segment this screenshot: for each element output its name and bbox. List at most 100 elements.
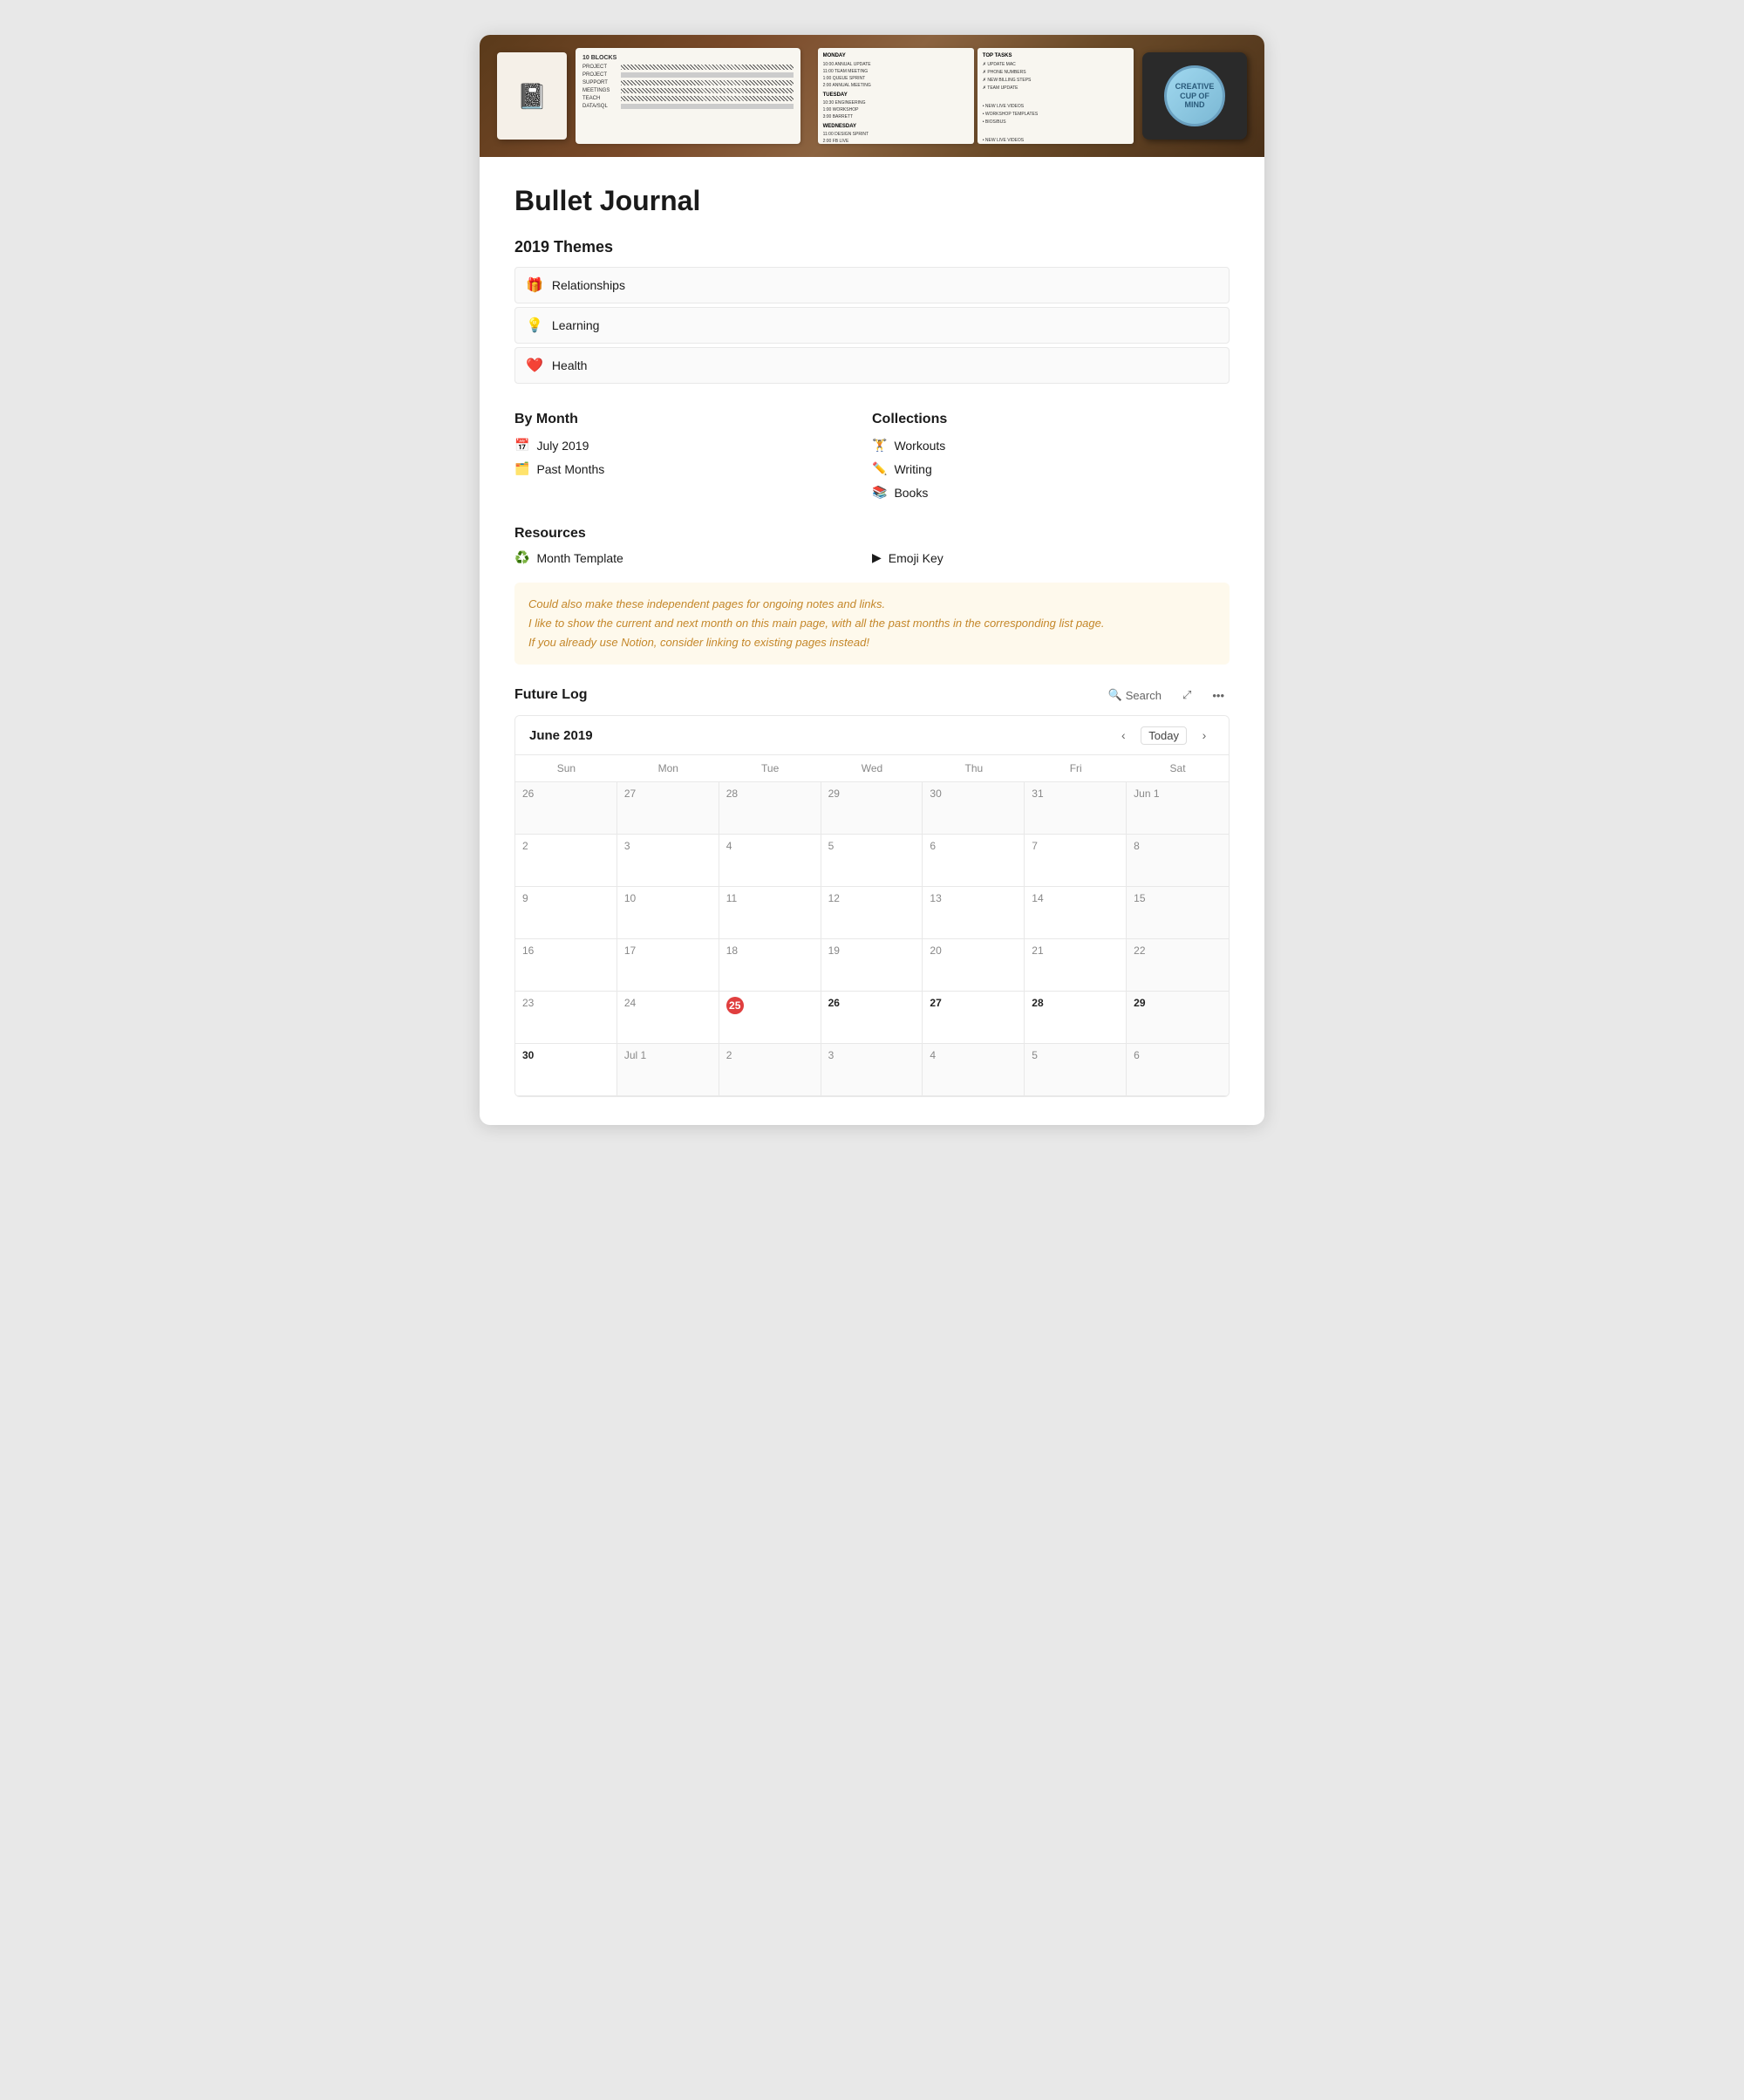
cal-day-num: 6 — [930, 840, 1017, 852]
cal-cell[interactable]: 5 — [1025, 1044, 1127, 1096]
cal-day-num: 29 — [1134, 997, 1222, 1009]
cal-day-num: 30 — [930, 788, 1017, 800]
next-month-button[interactable]: › — [1194, 725, 1215, 746]
cal-cell[interactable]: 30 — [515, 1044, 617, 1096]
cal-cell[interactable]: 4 — [923, 1044, 1025, 1096]
more-options-button[interactable]: ••• — [1207, 686, 1230, 705]
cal-cell[interactable]: 27 — [923, 992, 1025, 1044]
future-log-title: Future Log — [514, 687, 588, 703]
cal-cell[interactable]: 6 — [1127, 1044, 1229, 1096]
cal-cell[interactable]: 3 — [617, 835, 719, 887]
cal-day-num: 17 — [624, 944, 712, 957]
cal-cell[interactable]: 14 — [1025, 887, 1127, 939]
callout-text: Could also make these independent pages … — [528, 595, 1216, 652]
fullscreen-button[interactable]: ⤢ — [1177, 685, 1196, 705]
cal-cell[interactable]: 29 — [821, 782, 923, 835]
link-books[interactable]: 📚 Books — [872, 483, 1230, 501]
cal-day-num: 26 — [522, 788, 610, 800]
theme-label-learning: Learning — [552, 318, 600, 332]
day-header-thu: Thu — [923, 755, 1025, 781]
theme-item-health[interactable]: ❤️ Health — [514, 347, 1230, 384]
cal-cell[interactable]: 19 — [821, 939, 923, 992]
resource-emoji-template: ♻️ — [514, 550, 529, 565]
cal-cell[interactable]: 8 — [1127, 835, 1229, 887]
cal-cell[interactable]: 2 — [719, 1044, 821, 1096]
theme-list: 🎁 Relationships 💡 Learning ❤️ Health — [514, 267, 1230, 387]
link-past-months[interactable]: 🗂️ Past Months — [514, 460, 872, 478]
link-writing[interactable]: ✏️ Writing — [872, 460, 1230, 478]
cal-day-num: 14 — [1032, 892, 1119, 904]
cal-cell[interactable]: 26 — [821, 992, 923, 1044]
cal-cell[interactable]: 23 — [515, 992, 617, 1044]
day-header-sun: Sun — [515, 755, 617, 781]
cal-cell[interactable]: 16 — [515, 939, 617, 992]
link-label-july: July 2019 — [536, 439, 589, 453]
cal-day-num: 12 — [828, 892, 916, 904]
cal-cell[interactable]: 12 — [821, 887, 923, 939]
cal-cell[interactable]: 29 — [1127, 992, 1229, 1044]
cal-cell[interactable]: Jul 1 — [617, 1044, 719, 1096]
cal-cell[interactable]: 6 — [923, 835, 1025, 887]
cal-cell[interactable]: 4 — [719, 835, 821, 887]
cal-cell[interactable]: 25 — [719, 992, 821, 1044]
cal-day-num: 15 — [1134, 892, 1222, 904]
search-icon: 🔍 — [1108, 688, 1122, 702]
cal-day-num: 25 — [726, 997, 744, 1014]
cal-cell[interactable]: 24 — [617, 992, 719, 1044]
calendar-header: June 2019 ‹ Today › — [515, 716, 1229, 755]
resource-label-emoji-key: Emoji Key — [889, 551, 944, 565]
cal-cell[interactable]: 31 — [1025, 782, 1127, 835]
theme-item-relationships[interactable]: 🎁 Relationships — [514, 267, 1230, 303]
cal-day-num: 2 — [726, 1049, 814, 1061]
cal-cell[interactable]: 5 — [821, 835, 923, 887]
cal-cell[interactable]: 3 — [821, 1044, 923, 1096]
cal-cell[interactable]: 13 — [923, 887, 1025, 939]
collections-title: Collections — [872, 412, 1230, 427]
resource-emoji-key[interactable]: ▶ Emoji Key — [872, 550, 1230, 565]
callout-line-2: I like to show the current and next mont… — [528, 617, 1105, 630]
callout-line-1: Could also make these independent pages … — [528, 597, 885, 610]
link-label-books: Books — [894, 486, 928, 500]
cal-cell[interactable]: 17 — [617, 939, 719, 992]
cal-day-num: 8 — [1134, 840, 1222, 852]
cal-cell[interactable]: 21 — [1025, 939, 1127, 992]
cal-cell[interactable]: 30 — [923, 782, 1025, 835]
cal-cell[interactable]: 18 — [719, 939, 821, 992]
cal-cell[interactable]: 11 — [719, 887, 821, 939]
cal-cell[interactable]: 7 — [1025, 835, 1127, 887]
link-emoji-books: 📚 — [872, 485, 887, 500]
prev-month-button[interactable]: ‹ — [1113, 725, 1134, 746]
cal-day-num: 31 — [1032, 788, 1119, 800]
theme-item-learning[interactable]: 💡 Learning — [514, 307, 1230, 344]
today-button[interactable]: Today — [1141, 726, 1187, 745]
cal-cell[interactable]: 27 — [617, 782, 719, 835]
cal-day-num: 24 — [624, 997, 712, 1009]
cal-cell[interactable]: 10 — [617, 887, 719, 939]
cal-day-num: 21 — [1032, 944, 1119, 957]
cover-middle-papers: MONDAY 10:00 ANNUAL UPDATE11:00 TEAM MEE… — [818, 48, 1134, 144]
cal-cell[interactable]: 2 — [515, 835, 617, 887]
cover-paper-left: 10 BLOCKS PROJECT PROJECT SUPPORT MEETIN… — [576, 48, 800, 144]
cal-day-num: 27 — [930, 997, 1017, 1009]
cal-cell[interactable]: Jun 1 — [1127, 782, 1229, 835]
cal-cell[interactable]: 26 — [515, 782, 617, 835]
cal-cell[interactable]: 15 — [1127, 887, 1229, 939]
cal-cell[interactable]: 9 — [515, 887, 617, 939]
cal-cell[interactable]: 22 — [1127, 939, 1229, 992]
search-button[interactable]: 🔍 Search — [1103, 685, 1167, 705]
cal-cell[interactable]: 28 — [1025, 992, 1127, 1044]
cal-cell[interactable]: 20 — [923, 939, 1025, 992]
cal-day-num: 13 — [930, 892, 1017, 904]
cal-day-num: 3 — [828, 1049, 916, 1061]
theme-label-relationships: Relationships — [552, 278, 625, 292]
future-log-section: Future Log 🔍 Search ⤢ ••• — [514, 685, 1230, 1097]
resource-month-template[interactable]: ♻️ Month Template — [514, 550, 872, 565]
cover-image: 📓 10 BLOCKS PROJECT PROJECT SUPPORT MEET… — [480, 35, 1264, 157]
cal-cell[interactable]: 28 — [719, 782, 821, 835]
page-title: Bullet Journal — [514, 185, 1230, 217]
link-july-2019[interactable]: 📅 July 2019 — [514, 436, 872, 454]
cal-day-num: 11 — [726, 892, 814, 904]
cal-day-num: 20 — [930, 944, 1017, 957]
link-label-past: Past Months — [536, 462, 604, 476]
link-workouts[interactable]: 🏋️ Workouts — [872, 436, 1230, 454]
